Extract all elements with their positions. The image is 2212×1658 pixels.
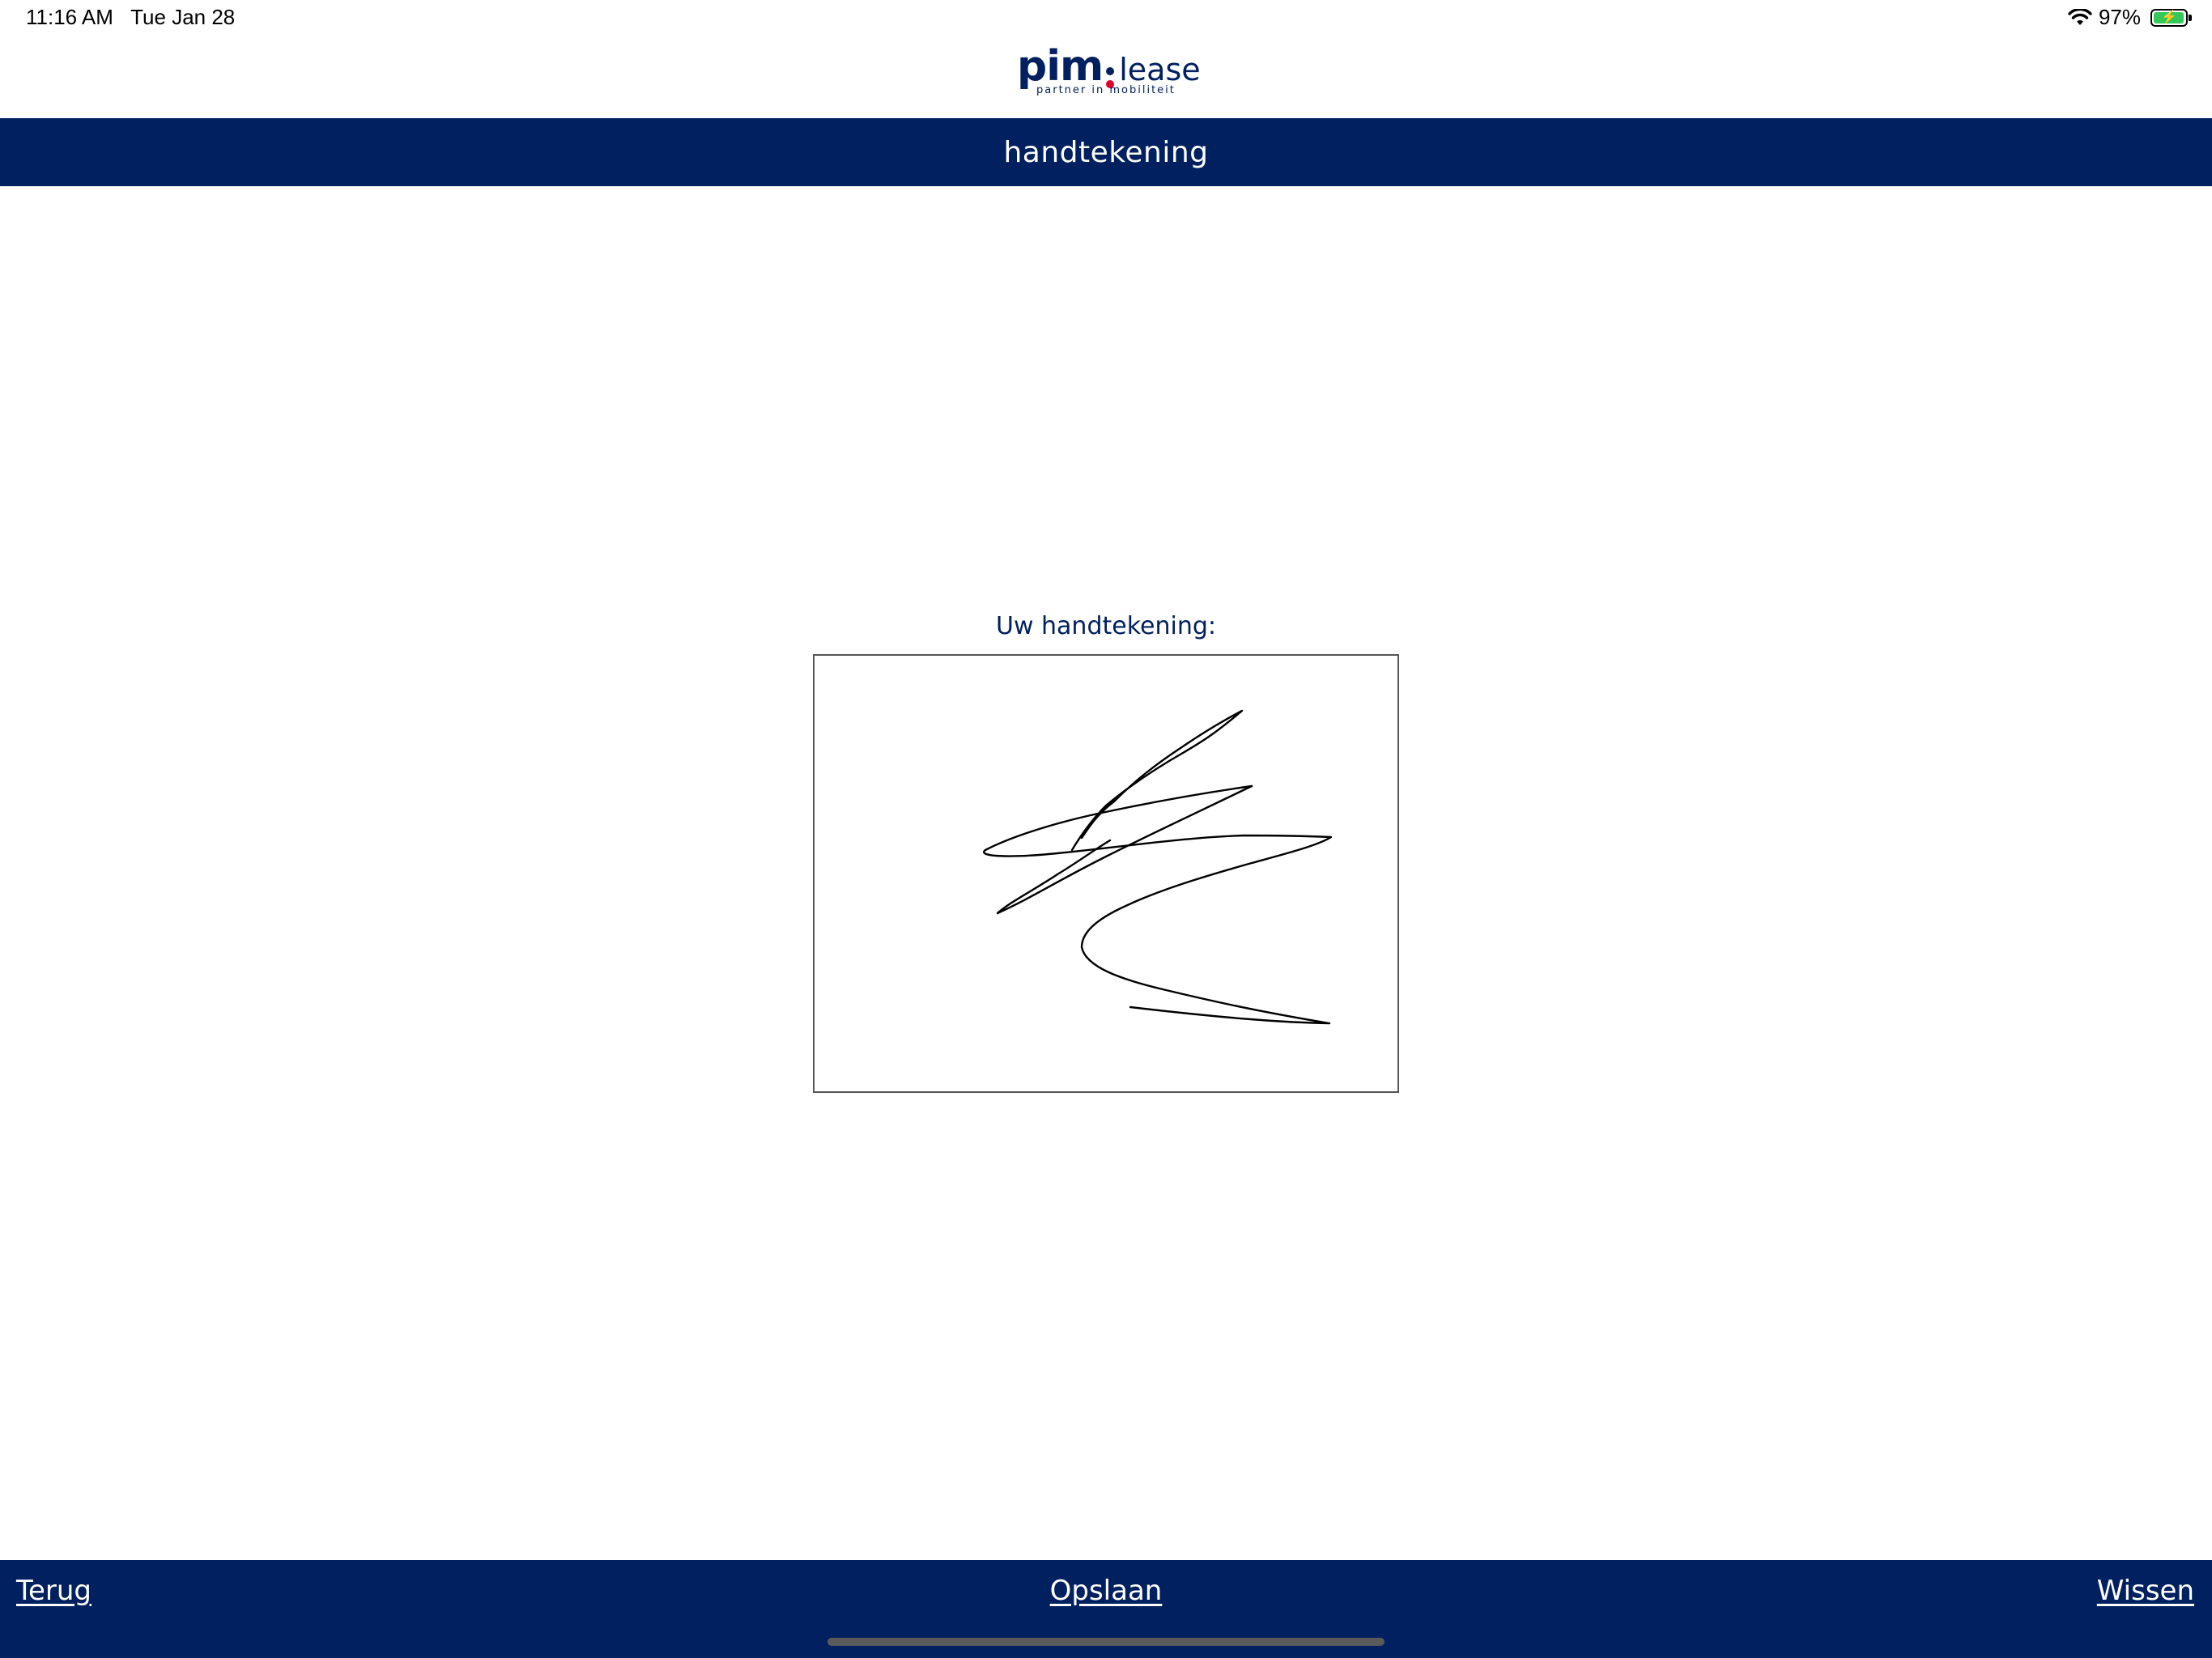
- screen: 11:16 AM Tue Jan 28 97% ⚡ pim lease part…: [0, 0, 2212, 1658]
- status-date: Tue Jan 28: [130, 5, 236, 29]
- battery-nub: [2189, 14, 2192, 21]
- charging-bolt-icon: ⚡: [2161, 10, 2177, 24]
- status-bar: 11:16 AM Tue Jan 28 97% ⚡: [0, 0, 2212, 39]
- home-indicator[interactable]: [827, 1638, 1385, 1646]
- title-bar: handtekening: [0, 118, 2212, 186]
- pim-lease-logo: pim lease partner in mobiliteit: [1017, 42, 1201, 100]
- signature-drawing: [983, 709, 1333, 1025]
- status-time-date: 11:16 AM Tue Jan 28: [26, 5, 235, 30]
- page-title: handtekening: [1003, 135, 1209, 169]
- logo-tagline: partner in mobiliteit: [1036, 84, 1176, 96]
- battery-charging-icon: ⚡: [2150, 8, 2192, 27]
- wifi-icon: [2068, 8, 2092, 27]
- save-button[interactable]: Opslaan: [1050, 1575, 1163, 1607]
- clear-button[interactable]: Wissen: [2097, 1575, 2194, 1607]
- logo-brand: pim: [1017, 42, 1104, 91]
- signature-pad[interactable]: [813, 654, 1399, 1093]
- signature-label: Uw handtekening:: [996, 612, 1216, 640]
- bottom-bar: Terug Opslaan Wissen: [0, 1560, 2212, 1658]
- save-button-wrapper: Opslaan: [0, 1575, 2212, 1607]
- status-indicators: 97% ⚡: [2068, 5, 2192, 30]
- status-time: 11:16 AM: [26, 5, 113, 29]
- battery-percent: 97%: [2098, 5, 2141, 29]
